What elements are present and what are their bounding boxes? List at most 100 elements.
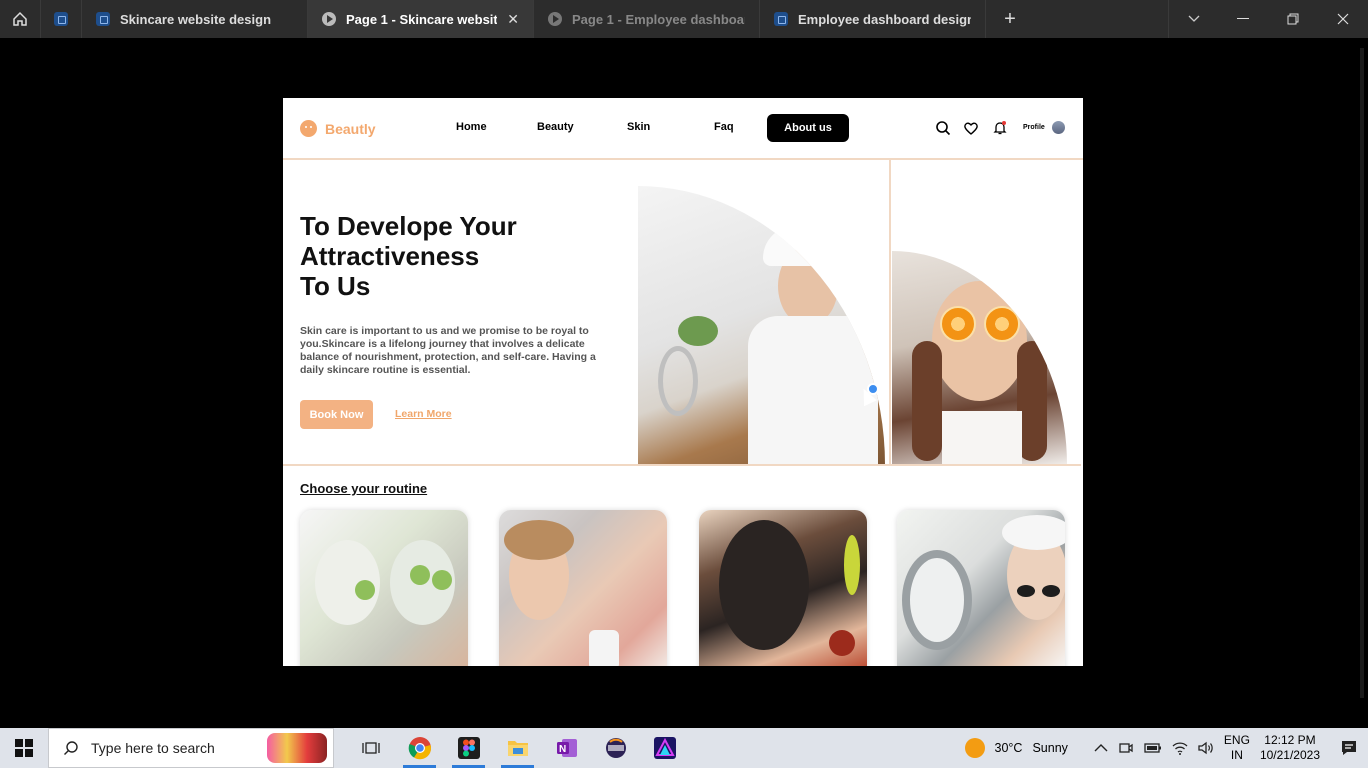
start-button[interactable]: [0, 728, 48, 768]
weather-temp[interactable]: 30°C: [995, 741, 1023, 755]
hair-shape: [504, 520, 574, 560]
onenote-icon: N: [556, 739, 577, 757]
orange-slice-shape: [940, 306, 976, 342]
hero-divider-vertical: [889, 160, 891, 465]
tab-skincare-prototype[interactable]: Page 1 - Skincare website design ✕: [308, 0, 534, 38]
hero-divider-horizontal: [283, 464, 1081, 466]
figma-file-icon: [54, 12, 68, 26]
affinity-icon: [653, 737, 676, 759]
taskbar-affinity[interactable]: [640, 728, 689, 768]
book-now-button[interactable]: Book Now: [300, 400, 373, 429]
routine-card-eye-patch[interactable]: [897, 510, 1065, 666]
taskbar-clock[interactable]: 12:12 PM 10/21/2023: [1260, 733, 1320, 763]
plant-shape: [678, 316, 718, 346]
volume-icon[interactable]: [1198, 741, 1214, 755]
language-code: ENG: [1223, 733, 1250, 747]
taskbar-file-explorer[interactable]: [493, 728, 542, 768]
taskbar-search[interactable]: Type here to search: [48, 728, 334, 768]
taskbar-chrome[interactable]: [395, 728, 444, 768]
mask-face-shape: [719, 520, 809, 650]
home-button[interactable]: [0, 0, 41, 38]
smiley-logo-icon: [300, 120, 317, 137]
close-icon: [1337, 13, 1349, 25]
logo-text: Beautly: [325, 120, 376, 137]
taskbar-eclipse[interactable]: [591, 728, 640, 768]
nav-link-home[interactable]: Home: [456, 121, 487, 133]
tab-label: Page 1 - Employee dashboard design: [572, 11, 745, 27]
plus-icon: +: [1004, 7, 1016, 30]
figma-file-icon: [96, 12, 110, 26]
wifi-icon[interactable]: [1172, 741, 1188, 755]
close-icon[interactable]: ✕: [507, 11, 519, 28]
search-highlight-art: [266, 733, 327, 763]
nav-link-skin[interactable]: Skin: [627, 121, 650, 133]
weather-condition[interactable]: Sunny: [1032, 741, 1067, 755]
region-code: IN: [1230, 748, 1243, 762]
search-icon[interactable]: [935, 120, 951, 136]
eye-patch-shape: [1017, 585, 1035, 597]
task-view-button[interactable]: [346, 728, 395, 768]
mirror-shape: [658, 346, 698, 416]
tab-skincare-design[interactable]: Skincare website design: [82, 0, 308, 38]
search-placeholder: Type here to search: [91, 740, 215, 756]
search-icon: [64, 741, 78, 755]
site-logo[interactable]: Beautly: [300, 120, 376, 137]
cursor-indicator-icon: [867, 383, 879, 395]
cucumber-shape: [410, 565, 430, 585]
task-view-icon: [361, 742, 380, 754]
play-icon: [322, 12, 336, 26]
profile-label[interactable]: Profile: [1023, 124, 1045, 131]
avatar[interactable]: [1052, 121, 1065, 134]
nav-link-faq[interactable]: Faq: [714, 121, 734, 133]
system-tray: 30°C Sunny ENG IN 12:12 PM 10/21/2023: [964, 733, 1368, 763]
taskbar-figma[interactable]: [444, 728, 493, 768]
meet-now-icon[interactable]: [1118, 740, 1134, 756]
prototype-canvas: Beautly Home Beauty Skin Faq About us Pr…: [0, 38, 1368, 728]
taskbar-onenote[interactable]: N: [542, 728, 591, 768]
battery-icon[interactable]: [1144, 742, 1162, 754]
orange-slice-shape: [984, 306, 1020, 342]
sun-icon: [964, 738, 985, 758]
clock-time: 12:12 PM: [1264, 733, 1316, 747]
cucumber-shape: [432, 570, 452, 590]
nav-link-beauty[interactable]: Beauty: [537, 121, 574, 133]
towel-shape: [1002, 515, 1065, 550]
about-us-button[interactable]: About us: [767, 114, 849, 142]
hero-description: Skin care is important to us and we prom…: [300, 325, 596, 376]
candle-shape: [829, 630, 855, 656]
figma-menu-button[interactable]: [41, 0, 82, 38]
language-indicator[interactable]: ENG IN: [1224, 733, 1250, 763]
routine-card-charcoal-mask[interactable]: [699, 510, 867, 666]
svg-text:N: N: [559, 744, 566, 755]
notification-bell-icon[interactable]: [992, 120, 1008, 136]
mirror-shape: [902, 550, 972, 650]
new-tab-button[interactable]: +: [986, 0, 1034, 38]
eclipse-icon: [605, 738, 626, 758]
tab-employee-prototype[interactable]: Page 1 - Employee dashboard design: [534, 0, 760, 38]
canvas-scrollbar[interactable]: [1360, 48, 1364, 698]
tab-employee-design[interactable]: Employee dashboard design: [760, 0, 986, 38]
flower-shape: [844, 535, 860, 595]
tab-label: Employee dashboard design: [798, 11, 971, 27]
hero-image-woman-towel: [638, 186, 885, 465]
routine-card-cream[interactable]: [499, 510, 667, 666]
tab-label: Page 1 - Skincare website design: [346, 11, 497, 27]
browser-tab-bar: Skincare website design Page 1 - Skincar…: [0, 0, 1368, 38]
restore-button[interactable]: [1268, 0, 1318, 38]
close-window-button[interactable]: [1318, 0, 1368, 38]
learn-more-link[interactable]: Learn More: [395, 408, 452, 420]
hero-image-woman-oranges: [892, 251, 1067, 465]
chevron-down-icon: [1188, 15, 1199, 22]
heart-icon[interactable]: [963, 120, 979, 136]
chevron-up-icon[interactable]: [1094, 743, 1108, 753]
site-nav: Beautly Home Beauty Skin Faq About us Pr…: [283, 98, 1083, 160]
notification-center-icon[interactable]: [1340, 739, 1358, 757]
hero-title-line: To Develope Your: [300, 211, 517, 241]
hair-shape: [912, 341, 942, 461]
minimize-button[interactable]: [1218, 0, 1268, 38]
tab-label: Skincare website design: [120, 11, 272, 27]
home-icon: [13, 11, 27, 26]
routine-card-face-mask[interactable]: [300, 510, 468, 666]
tab-list-button[interactable]: [1168, 0, 1218, 38]
eye-patch-shape: [1042, 585, 1060, 597]
